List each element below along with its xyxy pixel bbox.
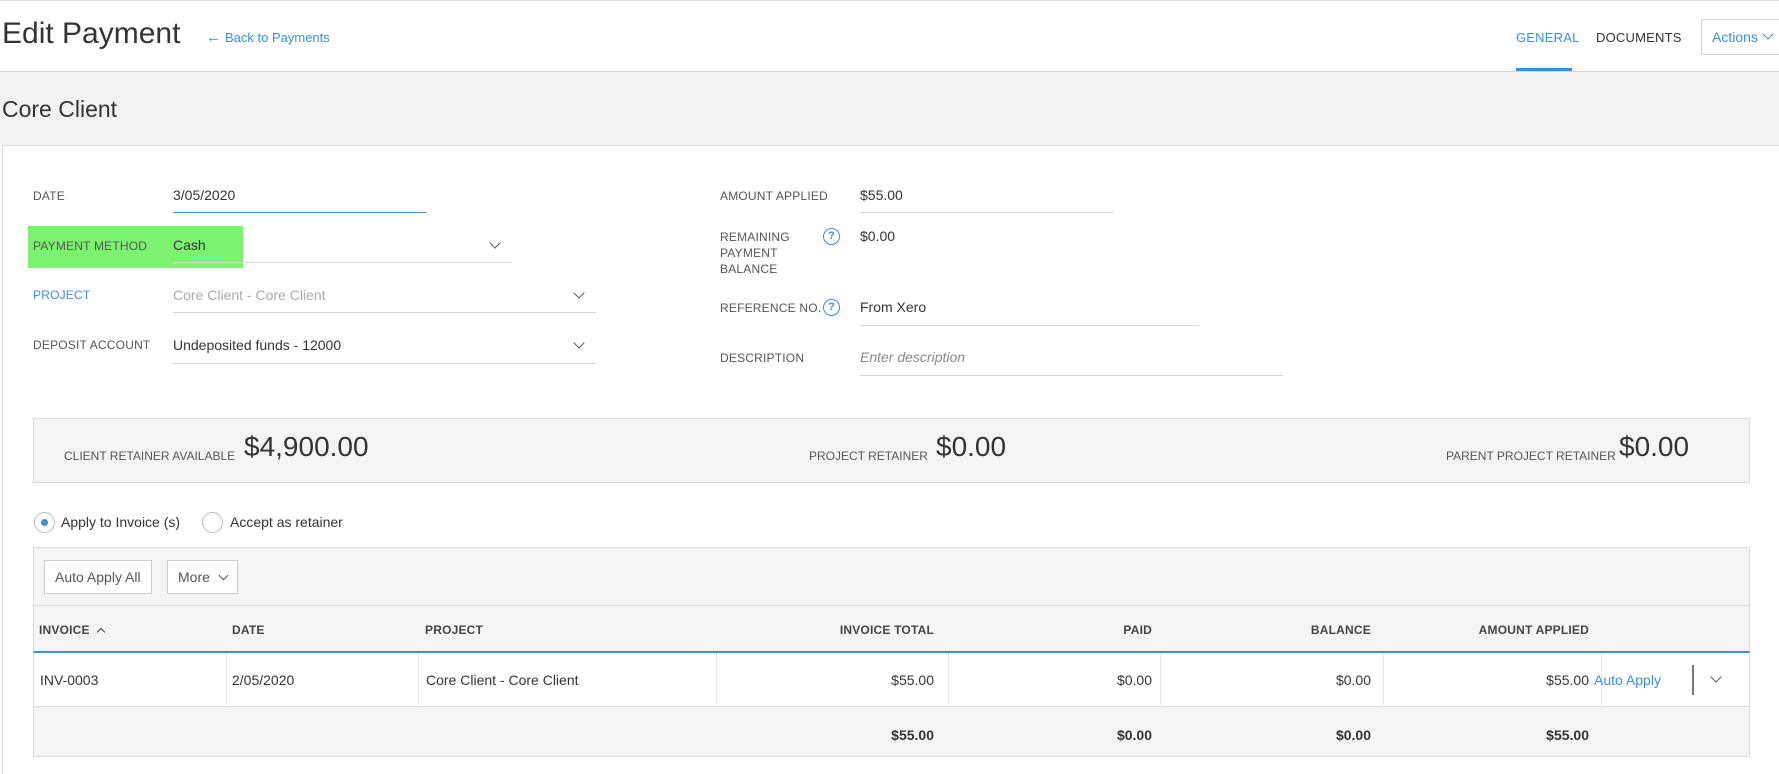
apply-to-invoice-radio[interactable] [34,512,55,533]
reference-no-label: REFERENCE NO. [720,301,822,315]
remaining-balance-value: $0.00 [860,228,896,244]
more-dropdown-button[interactable]: More [167,560,238,594]
remaining-balance-label: REMAINING PAYMENT BALANCE [720,230,790,276]
help-icon[interactable]: ? [823,299,840,316]
back-link-label: Back to Payments [225,30,330,45]
payment-method-select[interactable]: Cash [173,237,206,253]
parent-project-retainer-label: PARENT PROJECT RETAINER [1446,449,1616,463]
amount-applied-label: AMOUNT APPLIED [720,189,828,203]
payment-method-label: PAYMENT METHOD [33,239,148,253]
project-cell: Core Client - Core Client [426,672,579,688]
deposit-account-label: DEPOSIT ACCOUNT [33,338,151,352]
column-header-invoice[interactable]: INVOICE [39,623,105,637]
chevron-down-icon [1762,28,1774,40]
actions-label: Actions [1712,29,1758,45]
page-header: Edit Payment ← Back to Payments GENERAL … [0,0,1779,72]
project-select[interactable]: Core Client - Core Client [173,287,326,303]
balance-cell: $0.00 [1335,672,1371,688]
page-title: Edit Payment [2,17,181,50]
apply-to-invoice-label[interactable]: Apply to Invoice (s) [61,514,180,530]
total-balance: $0.00 [1335,727,1371,743]
client-name-heading: Core Client [2,96,118,122]
retainer-summary: CLIENT RETAINER AVAILABLE $4,900.00 PROJ… [33,418,1750,483]
client-retainer-value: $4,900.00 [244,431,369,462]
column-header-project[interactable]: PROJECT [425,623,483,637]
accept-as-retainer-label[interactable]: Accept as retainer [230,514,343,530]
description-label: DESCRIPTION [720,351,805,365]
back-arrow-icon: ← [206,29,221,46]
client-band [0,72,1779,146]
project-retainer-value: $0.00 [936,431,1007,462]
client-retainer-label: CLIENT RETAINER AVAILABLE [64,449,236,463]
auto-apply-all-button[interactable]: Auto Apply All [44,560,152,594]
description-input[interactable]: Enter description [860,349,965,365]
project-underline [173,312,596,313]
column-header-paid[interactable]: PAID [994,623,1152,637]
parent-project-retainer-value: $0.00 [1619,431,1690,462]
row-action-divider [1692,665,1694,695]
reference-no-input[interactable]: From Xero [860,299,926,315]
more-label: More [178,569,210,585]
cell-divider [1383,653,1384,707]
invoice-table-header: INVOICE DATE PROJECT INVOICE TOTAL PAID … [33,606,1750,653]
chevron-down-icon[interactable] [1710,671,1722,683]
date-cell: 2/05/2020 [232,672,295,688]
accept-as-retainer-radio[interactable] [202,512,223,533]
total-invoice-total: $55.00 [891,727,934,743]
paid-cell: $0.00 [1116,672,1152,688]
table-row[interactable]: INV-0003 2/05/2020 Core Client - Core Cl… [33,653,1750,707]
date-label: DATE [33,189,65,203]
date-input-underline [173,212,426,213]
invoice-toolbar: Auto Apply All More [33,547,1750,606]
deposit-account-underline [173,363,596,364]
chevron-down-icon [218,570,229,580]
amount-applied-cell[interactable]: $55.00 [1394,672,1589,688]
date-input[interactable]: 3/05/2020 [173,187,235,203]
amount-applied-underline [860,212,1114,213]
project-retainer-label: PROJECT RETAINER [809,449,928,463]
cell-divider [418,653,419,707]
tab-general[interactable]: GENERAL [1516,30,1580,45]
column-header-invoice-total[interactable]: INVOICE TOTAL [674,623,934,637]
help-icon[interactable]: ? [823,228,840,245]
auto-apply-link[interactable]: Auto Apply [1594,672,1661,688]
column-header-amount-applied[interactable]: AMOUNT APPLIED [1394,623,1589,637]
tab-documents[interactable]: DOCUMENTS [1596,30,1682,45]
active-tab-indicator [1516,68,1572,71]
total-amount-applied: $55.00 [1546,727,1589,743]
reference-no-underline [860,325,1199,326]
sort-ascending-icon [96,627,105,637]
actions-dropdown-button[interactable]: Actions [1701,19,1779,55]
project-label[interactable]: PROJECT [33,288,90,302]
payment-method-underline [173,262,511,263]
amount-applied-input[interactable]: $55.00 [860,187,903,203]
column-header-date[interactable]: DATE [232,623,265,637]
column-header-balance[interactable]: BALANCE [1194,623,1371,637]
cell-divider [948,653,949,707]
table-totals-row: $55.00 $0.00 $0.00 $55.00 [33,707,1750,757]
deposit-account-select[interactable]: Undeposited funds - 12000 [173,337,341,353]
invoice-cell[interactable]: INV-0003 [40,672,98,688]
invoice-total-cell: $55.00 [891,672,934,688]
back-to-payments-link[interactable]: ← Back to Payments [206,30,330,45]
total-paid: $0.00 [1116,727,1152,743]
cell-divider [1160,653,1161,707]
description-underline [860,375,1283,376]
cell-divider [226,653,227,707]
